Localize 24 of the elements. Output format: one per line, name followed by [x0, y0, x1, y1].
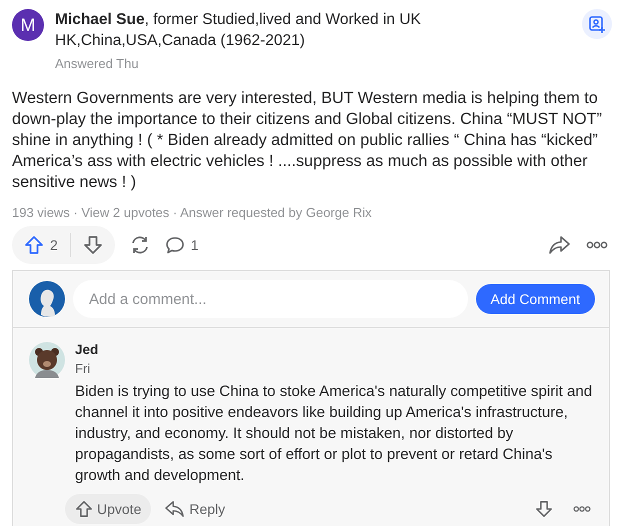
more-icon[interactable] [584, 241, 610, 249]
upvote-icon [75, 500, 93, 518]
upvote-button[interactable]: 2 [22, 235, 60, 255]
share-icon[interactable] [546, 235, 572, 255]
upvote-button[interactable]: Upvote [65, 494, 152, 524]
user-avatar-icon [29, 281, 65, 317]
answer-text: Western Governments are very interested, BUT Western media is helping them to down-play the importance to their citizens and Global citizens. China “MUST NOT” shine in anything ! ( * Biden already admitted on public rallies “ China has “kicked” America’s ass with electric vehicles ! ....suppress as much as possible with other sensitive news ! ) [12, 88, 603, 193]
answer-date: Answered Thu [55, 56, 140, 71]
follow-button[interactable] [582, 9, 612, 39]
answer-stats: 193 views · View 2 upvotes · Answer requested by George Rix [12, 205, 373, 220]
comment-button[interactable]: 1 [162, 235, 201, 255]
downvote-icon [535, 500, 553, 518]
commenter-name[interactable]: Jed [75, 342, 593, 357]
author-avatar[interactable]: M [12, 9, 44, 41]
add-person-icon [588, 15, 606, 33]
comment-input[interactable]: Add a comment... [73, 280, 468, 318]
reply-icon [165, 500, 186, 518]
author-credential: Michael Sue, former Studied,lived and Worked in UK HK,China,USA,Canada (1962-2021) [55, 10, 422, 51]
commenter-avatar-icon[interactable] [29, 342, 65, 378]
comment-text: Biden is trying to use China to stoke America's naturally competitive spirit and channel it into positive endeavors like building up America's infrastructure, industry, and economy. It should not be mistaken, nor distorted by propagandists, as some sort of effort or plot to prevent or retard China's growth and development. [75, 382, 593, 486]
add-comment-button[interactable]: Add Comment [476, 284, 595, 314]
comment-date: Fri [75, 361, 92, 376]
upvote-icon [24, 235, 44, 255]
reply-button[interactable]: Reply [159, 494, 232, 524]
